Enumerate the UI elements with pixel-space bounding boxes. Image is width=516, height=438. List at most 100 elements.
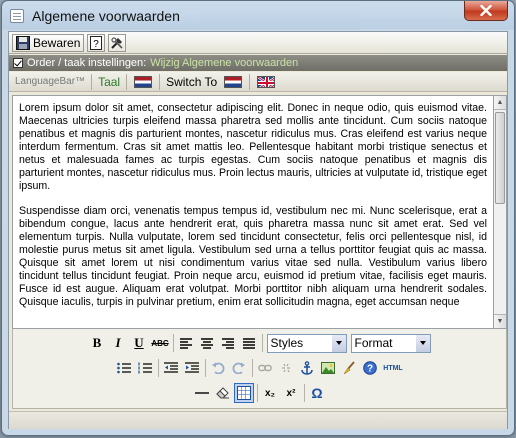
format-toolbar: B I U ABC Styles Format ? HTML x₂ x² Ω xyxy=(12,329,507,409)
underline-button[interactable]: U xyxy=(129,333,149,353)
title-bar[interactable]: Algemene voorwaarden xyxy=(2,1,514,31)
dialog-content: Bewaren ? Order / taak instellingen: Wij… xyxy=(8,31,508,429)
horizontal-rule-button[interactable] xyxy=(192,383,212,403)
order-checkbox[interactable] xyxy=(13,58,23,68)
cleanup-button[interactable] xyxy=(339,358,359,378)
scrollbar-thumb[interactable] xyxy=(495,112,505,204)
save-button[interactable]: Bewaren xyxy=(12,33,85,52)
divider xyxy=(256,384,258,402)
taal-label: Taal xyxy=(98,74,121,89)
bold-button[interactable]: B xyxy=(87,333,107,353)
format-row-3: x₂ x² Ω xyxy=(13,382,506,404)
indent-icon xyxy=(185,362,199,373)
align-left-button[interactable] xyxy=(176,333,196,353)
chevron-down-icon xyxy=(415,334,430,352)
styles-select[interactable]: Styles xyxy=(266,333,347,353)
visual-aid-button[interactable] xyxy=(234,383,254,403)
order-settings-bar: Order / taak instellingen: Wijzig Algeme… xyxy=(9,55,507,71)
html-source-button[interactable]: HTML xyxy=(381,358,405,378)
unlink-button[interactable] xyxy=(276,358,296,378)
align-justify-icon xyxy=(243,337,255,349)
divider xyxy=(204,359,206,377)
undo-button[interactable] xyxy=(208,358,228,378)
eraser-icon xyxy=(216,387,229,399)
divider xyxy=(261,334,263,352)
wrench-hammer-icon xyxy=(111,36,123,49)
superscript-button[interactable]: x² xyxy=(281,383,301,403)
horizontal-rule-icon xyxy=(195,392,209,394)
close-button[interactable] xyxy=(464,1,508,21)
order-settings-sublabel: Wijzig Algemene voorwaarden xyxy=(150,57,299,69)
strikethrough-button[interactable]: ABC xyxy=(150,333,170,353)
bullet-list-button[interactable] xyxy=(114,358,134,378)
save-disk-icon xyxy=(16,35,30,50)
numbered-list-button[interactable] xyxy=(135,358,155,378)
dutch-flag-icon[interactable] xyxy=(224,75,243,88)
status-bar xyxy=(9,411,507,429)
switch-to-button[interactable]: Switch To xyxy=(163,75,220,89)
scroll-up-icon[interactable]: ▲ xyxy=(494,96,506,110)
main-toolbar: Bewaren ? xyxy=(9,32,507,54)
numbered-list-icon xyxy=(138,362,152,374)
format-select-value: Format xyxy=(354,336,393,350)
help-icon: ? xyxy=(90,35,103,50)
divider xyxy=(157,359,159,377)
text-editor-area[interactable]: Lorem ipsum dolor sit amet, consectetur … xyxy=(12,95,493,329)
help-button[interactable]: ? xyxy=(87,33,106,52)
format-row-2: ? HTML xyxy=(13,357,506,379)
divider xyxy=(249,73,251,90)
language-bar-label: LanguageBar™ xyxy=(15,76,86,87)
divider xyxy=(303,384,305,402)
align-left-icon xyxy=(180,337,192,349)
document-icon xyxy=(10,9,24,23)
dialog-window: Algemene voorwaarden Bewaren ? Order / t… xyxy=(1,0,515,436)
editor-paragraph: Suspendisse diam orci, venenatis tempus … xyxy=(19,205,487,308)
unlink-icon xyxy=(282,363,290,373)
uk-flag-graphic xyxy=(258,76,275,87)
indent-button[interactable] xyxy=(182,358,202,378)
order-settings-label: Order / taak instellingen: xyxy=(27,57,147,69)
remove-format-button[interactable] xyxy=(213,383,233,403)
save-button-label: Bewaren xyxy=(33,35,81,50)
scroll-down-icon[interactable]: ▼ xyxy=(494,314,506,328)
align-right-button[interactable] xyxy=(218,333,238,353)
svg-text:?: ? xyxy=(94,39,100,50)
table-grid-icon xyxy=(237,386,251,400)
tools-button[interactable] xyxy=(108,33,127,52)
format-select[interactable]: Format xyxy=(350,333,431,353)
divider xyxy=(159,73,161,90)
align-center-button[interactable] xyxy=(197,333,217,353)
link-button[interactable] xyxy=(255,358,275,378)
redo-icon xyxy=(232,362,245,374)
divider xyxy=(251,359,253,377)
format-row-1: B I U ABC Styles Format xyxy=(13,332,506,354)
broom-icon xyxy=(343,361,355,375)
image-icon xyxy=(321,362,335,374)
editor-scrollbar[interactable]: ▲ ▼ xyxy=(493,95,507,329)
undo-icon xyxy=(212,362,225,374)
anchor-icon xyxy=(301,361,313,375)
help-editor-button[interactable]: ? xyxy=(360,358,380,378)
align-center-icon xyxy=(201,337,213,349)
language-bar: LanguageBar™ Taal Switch To xyxy=(9,72,507,92)
outdent-button[interactable] xyxy=(161,358,181,378)
divider xyxy=(91,73,93,90)
align-right-icon xyxy=(222,337,234,349)
dutch-flag-icon[interactable] xyxy=(134,75,153,88)
redo-button[interactable] xyxy=(229,358,249,378)
bullet-list-icon xyxy=(117,362,131,374)
image-button[interactable] xyxy=(318,358,338,378)
editor-paragraph: Lorem ipsum dolor sit amet, consectetur … xyxy=(19,102,487,192)
anchor-button[interactable] xyxy=(297,358,317,378)
styles-select-value: Styles xyxy=(270,336,304,350)
subscript-button[interactable]: x₂ xyxy=(260,383,280,403)
chevron-down-icon xyxy=(331,334,346,352)
window-title: Algemene voorwaarden xyxy=(32,8,180,24)
divider xyxy=(172,334,174,352)
italic-button[interactable]: I xyxy=(108,333,128,353)
link-icon xyxy=(258,364,272,372)
svg-text:?: ? xyxy=(367,364,373,375)
special-character-button[interactable]: Ω xyxy=(307,383,327,403)
uk-flag-icon[interactable] xyxy=(257,75,276,88)
align-justify-button[interactable] xyxy=(239,333,259,353)
